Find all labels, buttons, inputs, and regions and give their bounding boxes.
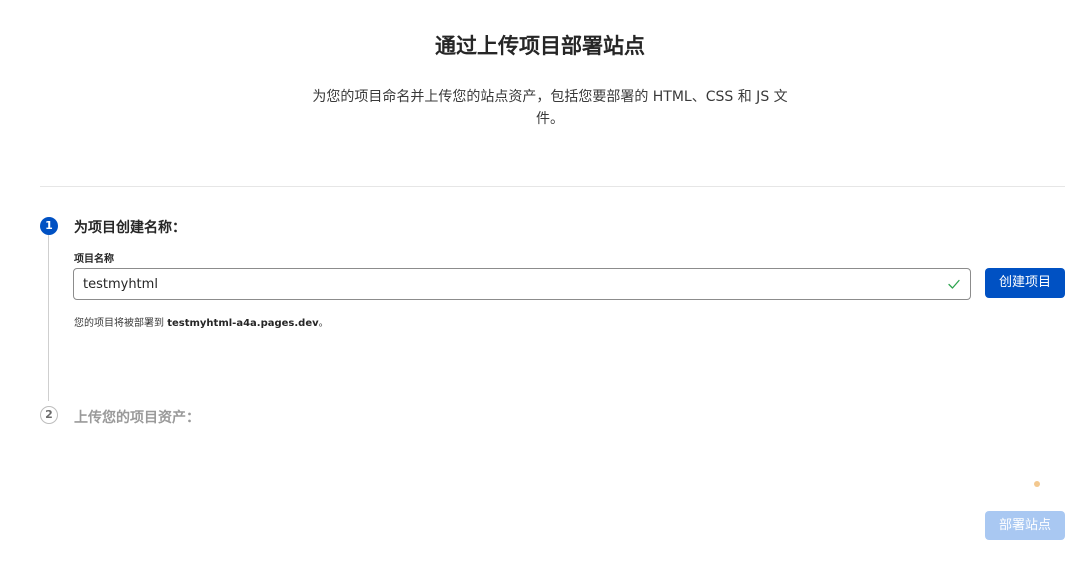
step-1-badge: 1 (40, 217, 58, 235)
check-icon (948, 279, 960, 289)
section-divider (40, 186, 1065, 187)
decorative-dot (1034, 481, 1040, 487)
hint-suffix: 。 (318, 318, 329, 329)
project-name-label: 项目名称 (74, 254, 114, 265)
hint-domain: testmyhtml-a4a.pages.dev (167, 318, 319, 329)
page-description: 为您的项目命名并上传您的站点资产，包括您要部署的 HTML、CSS 和 JS 文… (312, 89, 788, 127)
deploy-url-hint: 您的项目将被部署到 testmyhtml-a4a.pages.dev。 (74, 314, 329, 329)
page-title: 通过上传项目部署站点 (435, 34, 645, 58)
step-connector-line (48, 235, 49, 401)
step-1-title: 为项目创建名称： (74, 220, 186, 236)
page: 通过上传项目部署站点 为您的项目命名并上传您的站点资产，包括您要部署的 HTML… (0, 0, 1080, 561)
deploy-site-button[interactable]: 部署站点 (985, 511, 1065, 540)
create-project-button[interactable]: 创建项目 (985, 268, 1065, 298)
project-name-field[interactable] (73, 268, 971, 300)
hint-prefix: 您的项目将被部署到 (74, 318, 168, 329)
step-2-title[interactable]: 上传您的项目资产： (74, 407, 200, 427)
project-name-input[interactable] (74, 269, 934, 299)
step-2-badge: 2 (40, 406, 58, 424)
